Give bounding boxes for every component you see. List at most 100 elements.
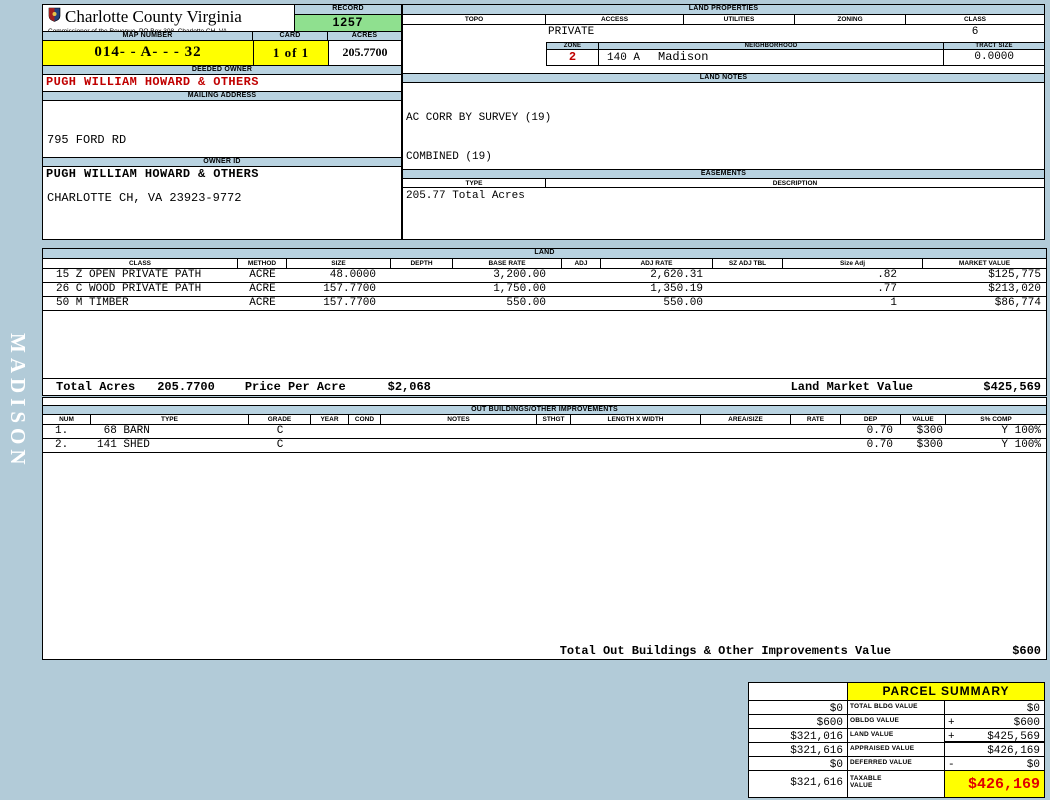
cell-notes xyxy=(381,425,537,438)
cell-class: 50 M TIMBER xyxy=(56,297,129,309)
parcel-summary-title: PARCEL SUMMARY xyxy=(848,683,1044,701)
ps-label: LAND VALUE xyxy=(848,729,945,743)
ob-col-header: DEP xyxy=(841,415,901,424)
cell-num: 2. xyxy=(55,439,69,451)
zone-value: 2 xyxy=(546,50,599,65)
lp-col-access: ACCESS xyxy=(546,15,684,24)
ob-col-header: NUM xyxy=(43,415,91,424)
cell-base-rate: 3,200.00 xyxy=(493,269,546,281)
land-col-header: SZ ADJ TBL xyxy=(713,259,783,268)
county-seal-icon xyxy=(48,7,61,27)
ps-left-value: $321,616 xyxy=(749,771,848,797)
cell-num: 1. xyxy=(55,425,69,437)
mailing-address-line1: 795 FORD RD xyxy=(47,133,127,147)
cell-rate xyxy=(791,425,841,438)
lp-col-topo: TOPO xyxy=(403,15,546,24)
land-table-header: CLASS METHOD SIZE DEPTH BASE RATE ADJ AD… xyxy=(43,259,1046,269)
ob-col-header: NOTES xyxy=(381,415,537,424)
cell-depth xyxy=(391,297,453,310)
cell-area-size xyxy=(701,439,791,452)
cell-adj xyxy=(562,283,601,296)
ps-label: TAXABLE VALUE xyxy=(848,771,945,797)
cell-length-width xyxy=(571,425,701,438)
ps-amount: $600 xyxy=(1013,717,1040,729)
ps-amount: $425,569 xyxy=(987,731,1040,743)
cell-notes xyxy=(381,439,537,452)
cell-method: ACRE xyxy=(249,269,276,281)
land-col-header: DEPTH xyxy=(391,259,453,268)
cell-grade: C xyxy=(276,439,284,451)
ps-label: APPRAISED VALUE xyxy=(848,743,945,757)
cell-adj-rate: 1,350.19 xyxy=(650,283,703,295)
cell-sz-adj-tbl xyxy=(713,269,783,282)
cell-size-adj: .82 xyxy=(877,269,897,281)
lp-col-utilities: UTILITIES xyxy=(684,15,795,24)
tract-size-label: TRACT SIZE xyxy=(944,42,1044,50)
neighborhood-label: NEIGHBORHOOD xyxy=(599,42,944,50)
map-number-value: 014- - A- - - 32 xyxy=(43,41,253,65)
ob-col-header: YEAR xyxy=(311,415,349,424)
cell-grade: C xyxy=(276,425,284,437)
cell-sthgt xyxy=(537,439,571,452)
cell-base-rate: 1,750.00 xyxy=(493,283,546,295)
ob-col-header: AREA/SIZE xyxy=(701,415,791,424)
cell-year xyxy=(311,439,349,452)
mailing-address-block: 795 FORD RD CHARLOTTE CH, VA 23923-9772 xyxy=(43,101,401,205)
ps-right-cell: $0 xyxy=(945,701,1044,715)
tract-size-value: 0.0000 xyxy=(974,51,1014,63)
out-building-row: 1. 68 BARN C 0.70 $300 Y 100% xyxy=(43,425,1046,439)
ps-left-value: $0 xyxy=(749,701,848,715)
land-table-panel: LAND CLASS METHOD SIZE DEPTH BASE RATE A… xyxy=(42,248,1047,396)
ps-left-value: $0 xyxy=(749,757,848,771)
ps-label: TOTAL BLDG VALUE xyxy=(848,701,945,715)
out-building-row: 2. 141 SHED C 0.70 $300 Y 100% xyxy=(43,439,1046,453)
cell-type: 141 SHED xyxy=(97,439,150,451)
ps-label: DEFERRED VALUE xyxy=(848,757,945,771)
cell-adj xyxy=(562,269,601,282)
card-value: 1 of 1 xyxy=(253,41,328,65)
land-col-header: SIZE xyxy=(287,259,391,268)
total-acres-value: 205.7700 xyxy=(157,380,215,394)
county-header: Charlotte County Virginia Commissioner o… xyxy=(43,5,295,35)
cell-sthgt xyxy=(537,425,571,438)
land-table-row: 26 C WOOD PRIVATE PATH ACRE 157.7700 1,7… xyxy=(43,283,1046,297)
ps-right-cell: + $600 xyxy=(945,715,1044,729)
ps-operator: + xyxy=(948,717,955,729)
ps-amount: $426,169 xyxy=(967,775,1040,793)
cell-market-value: $213,020 xyxy=(988,283,1041,295)
easement-description-label: DESCRIPTION xyxy=(772,180,818,187)
land-properties-title: LAND PROPERTIES xyxy=(403,5,1044,15)
cell-value: $300 xyxy=(916,425,943,437)
ob-col-header: RATE xyxy=(791,415,841,424)
lp-col-zoning: ZONING xyxy=(795,15,906,24)
land-market-value: $425,569 xyxy=(983,380,1041,394)
parcel-summary-panel: PARCEL SUMMARY $0 TOTAL BLDG VALUE $0 $6… xyxy=(748,682,1045,798)
cell-method: ACRE xyxy=(249,297,276,309)
out-buildings-title: OUT BUILDINGS/OTHER IMPROVEMENTS xyxy=(43,405,1046,415)
class-value: 6 xyxy=(971,26,979,38)
cell-year xyxy=(311,425,349,438)
cell-area-size xyxy=(701,425,791,438)
land-col-header: MARKET VALUE xyxy=(958,260,1011,267)
cell-dep: 0.70 xyxy=(866,439,893,451)
land-notes-block: AC CORR BY SURVEY (19) COMBINED (19) 205… xyxy=(403,83,1044,202)
ps-amount: $0 xyxy=(1026,703,1040,715)
out-buildings-panel: OUT BUILDINGS/OTHER IMPROVEMENTS NUM TYP… xyxy=(42,397,1047,660)
mailing-address-line2: CHARLOTTE CH, VA 23923-9772 xyxy=(47,191,242,205)
land-table-row: 15 Z OPEN PRIVATE PATH ACRE 48.0000 3,20… xyxy=(43,269,1046,283)
map-number-label: MAP NUMBER xyxy=(43,31,253,41)
cell-size: 48.0000 xyxy=(329,269,376,281)
ob-col-header: STHGT xyxy=(537,415,571,424)
ps-operator: - xyxy=(948,759,955,771)
lp-col-class: CLASS xyxy=(963,16,987,23)
card-label: CARD xyxy=(253,31,328,41)
owner-panel: Charlotte County Virginia Commissioner o… xyxy=(42,4,402,240)
cell-sz-adj-tbl xyxy=(713,297,783,310)
cell-s-comp: Y 100% xyxy=(1001,425,1041,437)
ob-col-header: COND xyxy=(349,415,381,424)
land-market-value-label: Land Market Value xyxy=(790,380,913,394)
deeded-owner-value: PUGH WILLIAM HOWARD & OTHERS xyxy=(46,75,259,89)
land-col-header: ADJ xyxy=(562,259,601,268)
ps-amount: $0 xyxy=(1026,759,1040,771)
record-label: RECORD xyxy=(295,5,401,15)
